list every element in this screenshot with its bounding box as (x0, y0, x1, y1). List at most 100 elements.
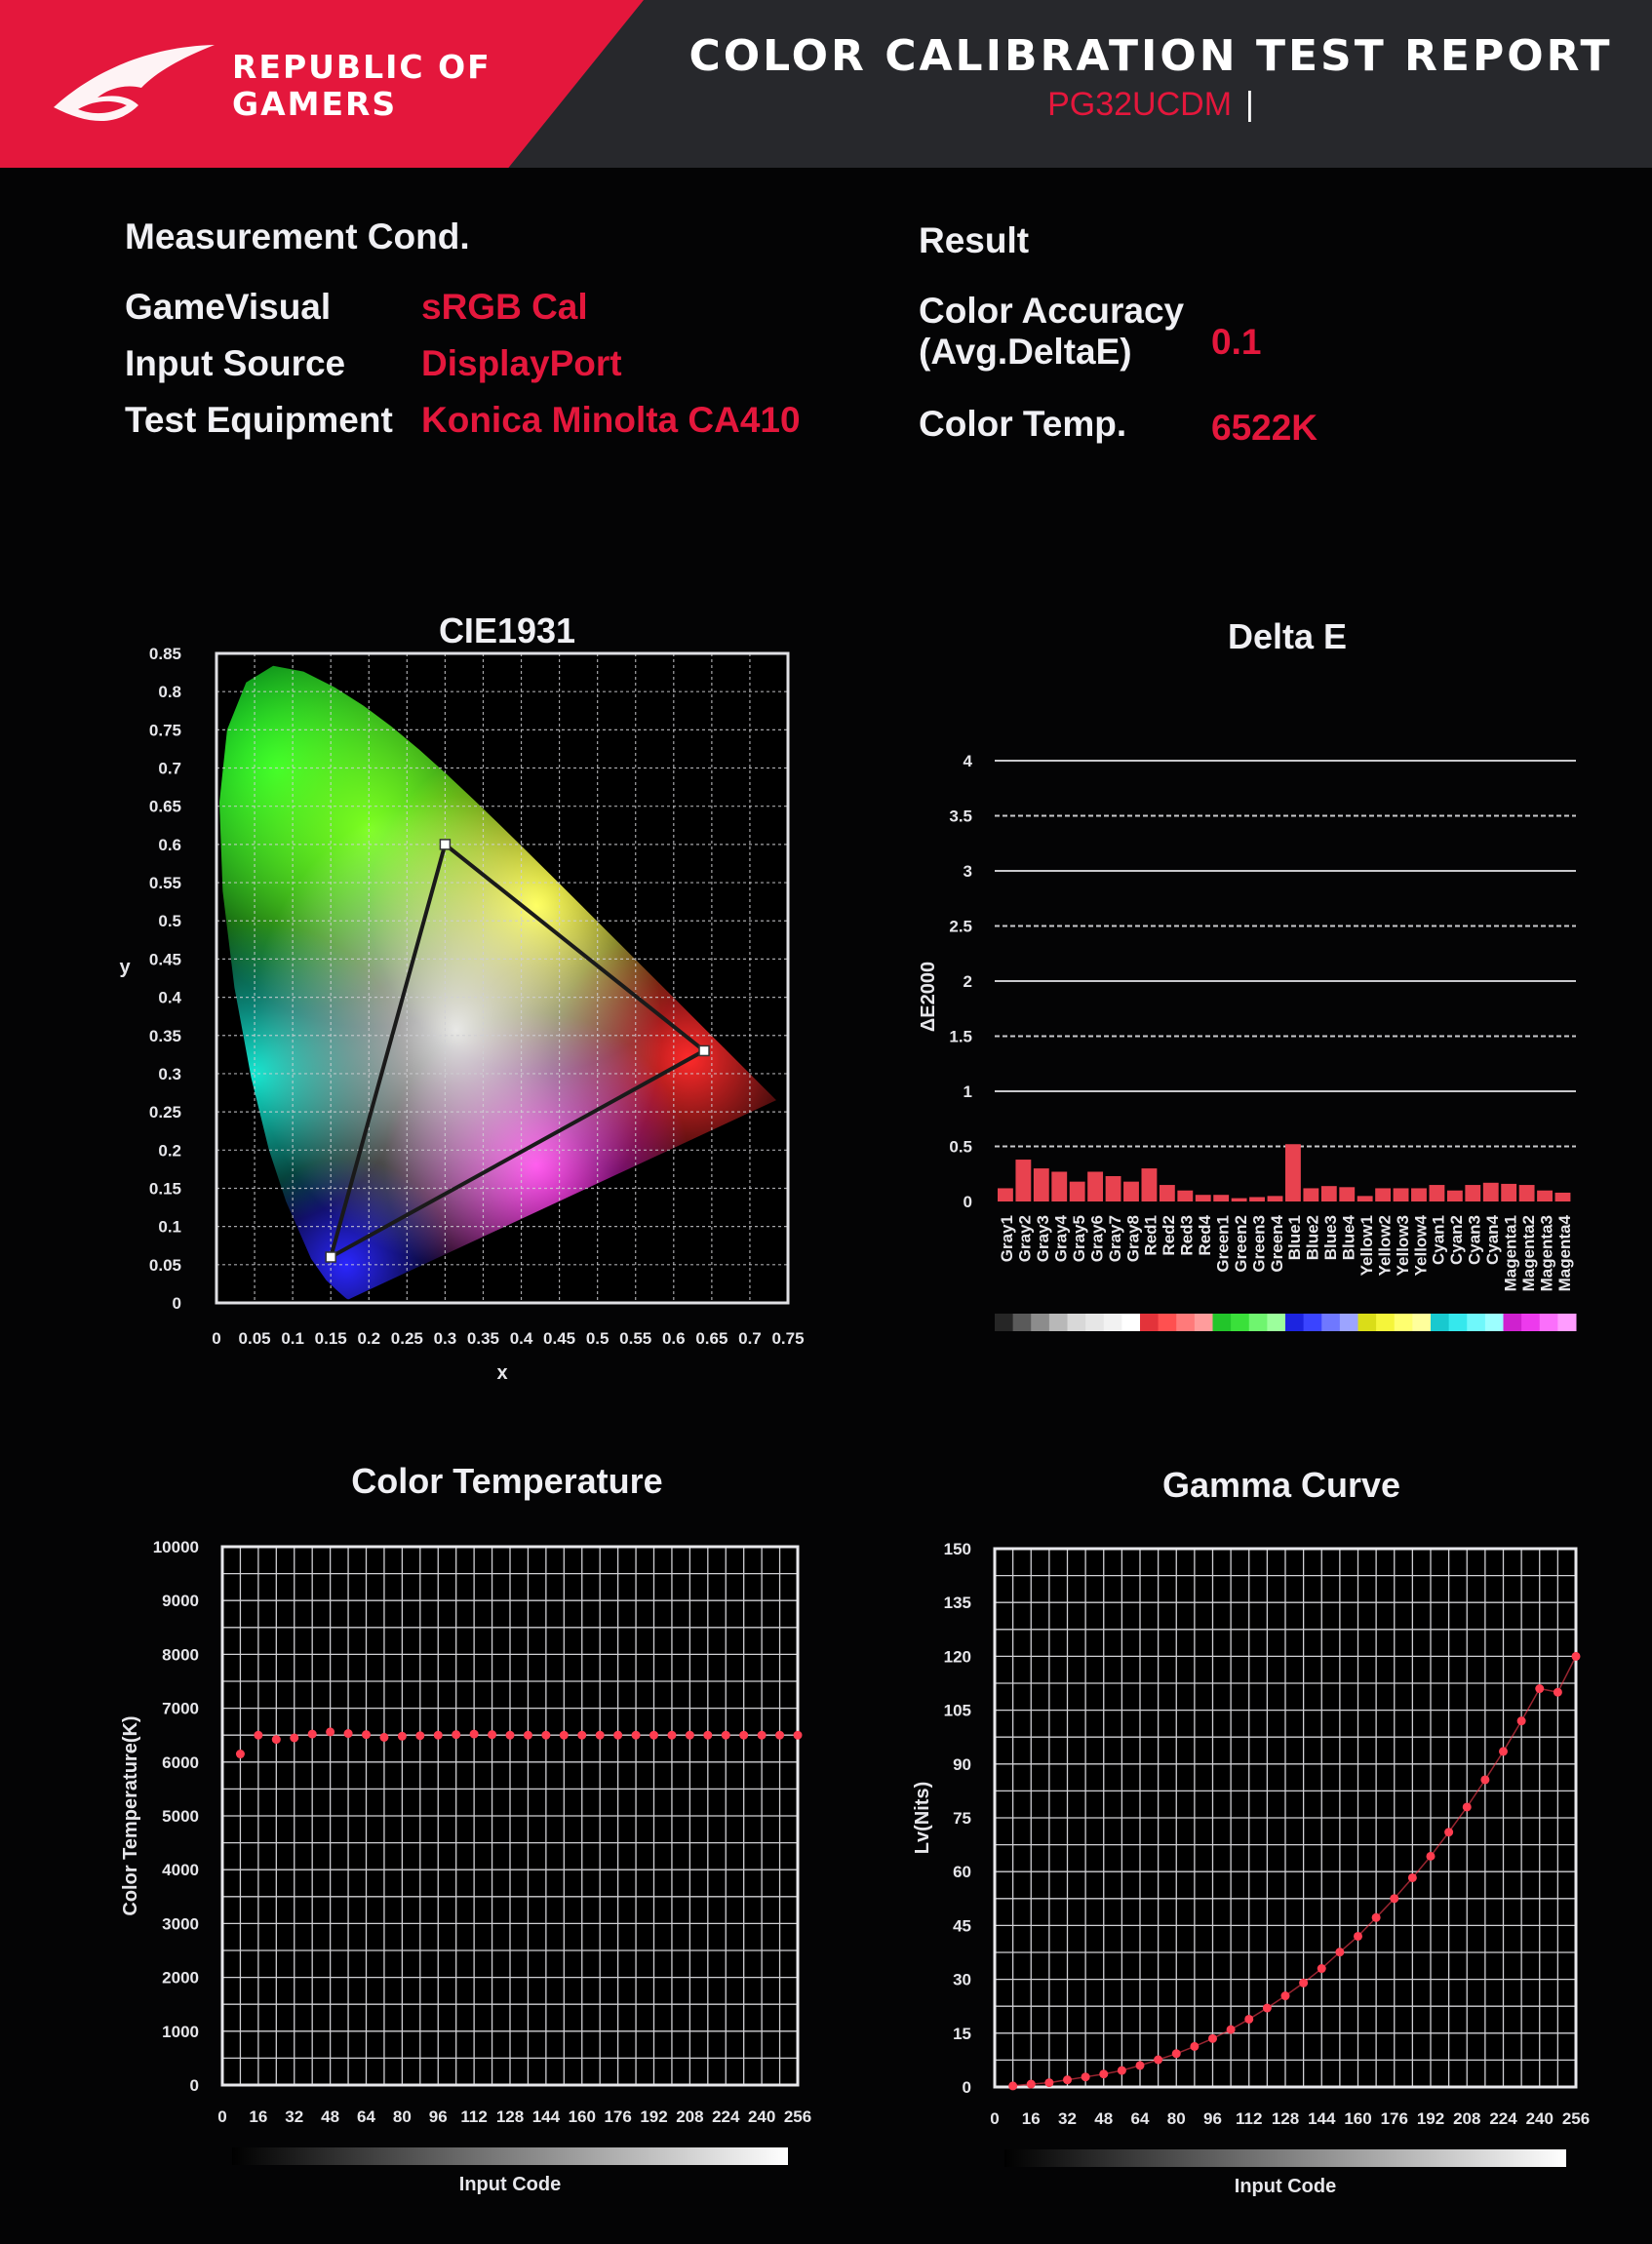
colortemp-x-tick: 256 (784, 2107, 811, 2126)
colortemp-y-tick: 10000 (153, 1538, 199, 1556)
colortemp-point (595, 1730, 605, 1740)
colortemp-point (631, 1730, 641, 1740)
cie-y-tick: 0.7 (158, 760, 181, 778)
deltae-color-swatch (1031, 1314, 1050, 1331)
deltae-y-tick: 2 (964, 972, 972, 991)
deltae-color-swatch (1503, 1314, 1522, 1331)
deltae-color-swatch (995, 1314, 1014, 1331)
deltae-bar (1446, 1190, 1463, 1201)
gamma-point (1462, 1802, 1472, 1812)
cie-y-tick: 0.8 (158, 683, 181, 701)
colortemp-point (254, 1730, 263, 1740)
colortemp-y-tick: 3000 (162, 1914, 199, 1933)
gamma-point (1426, 1851, 1436, 1861)
deltae-x-tick: Gray4 (1052, 1214, 1071, 1262)
deltae-color-swatch (1448, 1314, 1468, 1331)
colortemp-point (271, 1735, 281, 1745)
gamma-y-tick: 105 (944, 1702, 971, 1720)
colortemp-x-tick: 80 (393, 2107, 412, 2126)
colortemp-point (362, 1730, 371, 1740)
deltae-x-tick: Green3 (1249, 1215, 1268, 1273)
deltae-x-tick: Magenta3 (1537, 1215, 1555, 1291)
colortemp-y-tick: 4000 (162, 1861, 199, 1879)
deltae-y-tick: 3.5 (949, 807, 972, 826)
colortemp-x-tick: 144 (532, 2107, 561, 2126)
colortemp-point (577, 1730, 587, 1740)
gamma-input-ramp (1004, 2149, 1566, 2167)
deltae-bar (1105, 1176, 1121, 1201)
gamma-point (1317, 1964, 1326, 1974)
colortemp-point (326, 1727, 335, 1737)
colortemp-point (433, 1730, 443, 1740)
deltae-x-tick: Yellow3 (1394, 1215, 1412, 1276)
deltae-x-tick: Blue4 (1340, 1214, 1358, 1260)
deltae-color-swatch (1121, 1314, 1141, 1331)
deltae-x-tick: Green2 (1232, 1215, 1250, 1273)
cie-x-label: x (496, 1362, 507, 1384)
deltae-bar (1518, 1185, 1535, 1201)
colortemp-point (307, 1729, 317, 1739)
colortemp-point (613, 1730, 623, 1740)
cie-y-tick: 0.5 (158, 912, 181, 930)
colortemp-point (757, 1730, 767, 1740)
cie-x-tick: 0.2 (357, 1329, 380, 1348)
colortemp-y-tick: 5000 (162, 1807, 199, 1826)
deltae-x-tick: Red1 (1142, 1215, 1160, 1256)
colortemp-point (379, 1732, 389, 1742)
deltae-bar (1465, 1185, 1481, 1201)
cie-y-tick: 0.85 (149, 645, 181, 663)
gamma-point (1553, 1687, 1562, 1697)
gamma-point (1135, 2061, 1145, 2070)
gamma-x-tick: 0 (990, 2109, 999, 2128)
gamma-y-tick: 120 (944, 1647, 971, 1666)
colortemp-y-tick: 6000 (162, 1753, 199, 1772)
gamma-y-tick: 45 (953, 1916, 971, 1935)
gamma-y-tick: 150 (944, 1540, 971, 1558)
gamma-point (1335, 1948, 1345, 1957)
cie-y-tick: 0.75 (149, 721, 181, 739)
gamma-point (1244, 2014, 1254, 2024)
gamma-y-tick: 30 (953, 1971, 971, 1989)
colortemp-x-tick: 240 (748, 2107, 775, 2126)
gamma-x-tick: 96 (1203, 2109, 1222, 2128)
deltae-color-swatch (1212, 1314, 1232, 1331)
deltae-bar (1069, 1181, 1085, 1201)
deltae-bar (1411, 1188, 1427, 1201)
colortemp-x-tick: 192 (640, 2107, 667, 2126)
deltae-x-tick: Gray2 (1016, 1215, 1035, 1262)
gamut-vertex-marker (325, 1251, 336, 1263)
deltae-x-tick: Magenta4 (1555, 1214, 1574, 1291)
gamma-y-tick: 75 (953, 1809, 971, 1828)
colortemp-x-tick: 128 (496, 2107, 524, 2126)
colortemp-x-tick: 16 (249, 2107, 267, 2126)
deltae-bar (1159, 1185, 1175, 1201)
colortemp-point (559, 1730, 569, 1740)
cie-y-tick: 0.3 (158, 1065, 181, 1083)
cie-x-tick: 0.25 (391, 1329, 423, 1348)
deltae-color-swatch (1412, 1314, 1432, 1331)
deltae-x-tick: Magenta2 (1519, 1215, 1538, 1291)
cie1931-chart: 0 0.05 0.1 0.15 0.2 0.25 0.3 0.35 0.4 0.45 0.5 0.55… (119, 645, 804, 1384)
colortemp-x-tick: 96 (429, 2107, 448, 2126)
deltae-x-tick: Cyan4 (1483, 1214, 1502, 1265)
deltae-bar (1429, 1185, 1445, 1201)
gamma-point (1480, 1775, 1490, 1785)
cie-y-tick: 0 (173, 1294, 181, 1313)
deltae-color-swatch (1484, 1314, 1504, 1331)
gamma-point (1208, 2033, 1217, 2043)
gamma-point (1516, 1716, 1526, 1726)
deltae-x-tick: Magenta1 (1501, 1215, 1519, 1291)
deltae-bar (1482, 1182, 1499, 1201)
cie-x-tick: 0.05 (239, 1329, 271, 1348)
colortemp-point (541, 1730, 551, 1740)
cie-y-tick: 0.2 (158, 1141, 181, 1160)
deltae-x-tick: Red3 (1178, 1215, 1197, 1256)
colortemp-point (505, 1730, 515, 1740)
deltae-bar (1339, 1187, 1356, 1201)
deltae-color-swatch (1285, 1314, 1305, 1331)
colortemp-x-tick: 224 (712, 2107, 740, 2126)
cie-y-label: y (119, 957, 131, 978)
deltae-color-swatch (1321, 1314, 1341, 1331)
colortemp-input-ramp (232, 2147, 788, 2165)
deltae-x-tick: Cyan3 (1466, 1215, 1484, 1265)
